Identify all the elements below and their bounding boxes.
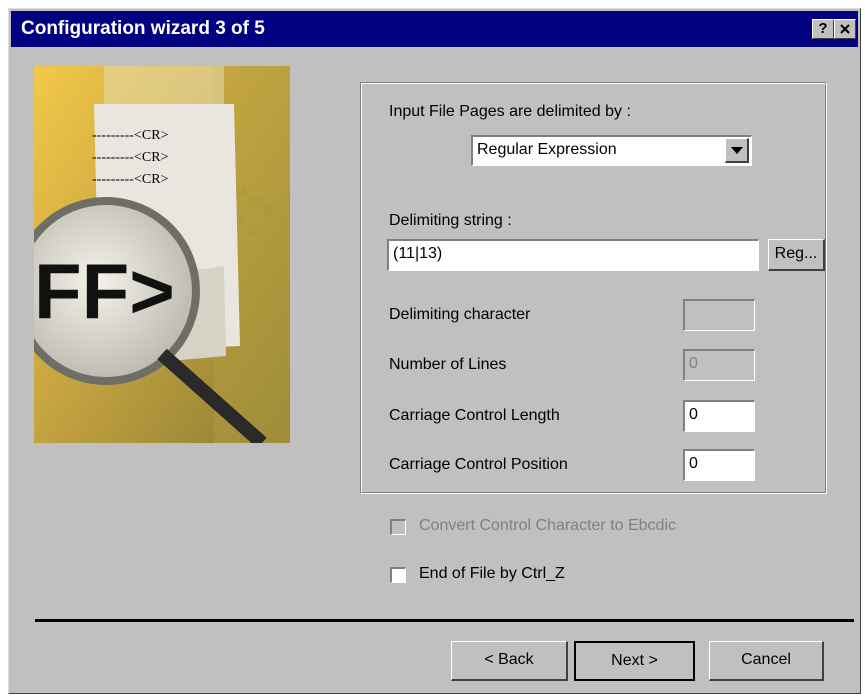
close-icon xyxy=(840,24,850,34)
illus-ff-text: FF> xyxy=(34,247,175,335)
cc-position-input[interactable]: 0 xyxy=(683,449,755,481)
next-button[interactable]: Next > xyxy=(574,641,695,681)
illus-line-1: ---------<CR> xyxy=(92,128,169,143)
delimiting-character-label: Delimiting character xyxy=(389,306,531,323)
number-of-lines-input[interactable]: 0 xyxy=(683,349,755,381)
reg-button[interactable]: Reg... xyxy=(768,239,825,271)
convert-ebcdic-label: Convert Control Character to Ebcdic xyxy=(419,517,676,534)
delimiting-string-label: Delimiting string : xyxy=(389,212,512,229)
close-button[interactable] xyxy=(834,19,856,39)
illus-line-3: ---------<CR> xyxy=(92,172,169,187)
delimiting-character-input[interactable] xyxy=(683,299,755,331)
eof-ctrlz-label: End of File by Ctrl_Z xyxy=(419,565,565,582)
dropdown-arrow-button[interactable] xyxy=(725,138,749,163)
title-bar: Configuration wizard 3 of 5 ? xyxy=(11,11,858,47)
cancel-button[interactable]: Cancel xyxy=(709,641,824,681)
number-of-lines-label: Number of Lines xyxy=(389,356,507,373)
cc-length-label: Carriage Control Length xyxy=(389,407,560,424)
chevron-down-icon xyxy=(730,147,743,154)
cc-position-label: Carriage Control Position xyxy=(389,456,568,473)
cc-length-input[interactable]: 0 xyxy=(683,400,755,432)
wizard-window: Configuration wizard 3 of 5 ? ---------<… xyxy=(8,8,861,694)
illus-line-2: ---------<CR> xyxy=(92,150,169,165)
back-button[interactable]: < Back xyxy=(451,641,568,681)
eof-ctrlz-checkbox[interactable] xyxy=(390,567,406,583)
delimiter-select[interactable]: Regular Expression xyxy=(471,135,752,166)
separator xyxy=(35,619,854,622)
convert-ebcdic-checkbox[interactable] xyxy=(390,519,406,535)
delimiting-string-input[interactable]: (11|13) xyxy=(387,239,759,271)
help-button[interactable]: ? xyxy=(812,19,834,39)
wizard-illustration: ---------<CR> ---------<CR> ---------<CR… xyxy=(34,66,290,443)
window-title: Configuration wizard 3 of 5 xyxy=(21,18,265,39)
delimited-label: Input File Pages are delimited by : xyxy=(389,103,631,120)
